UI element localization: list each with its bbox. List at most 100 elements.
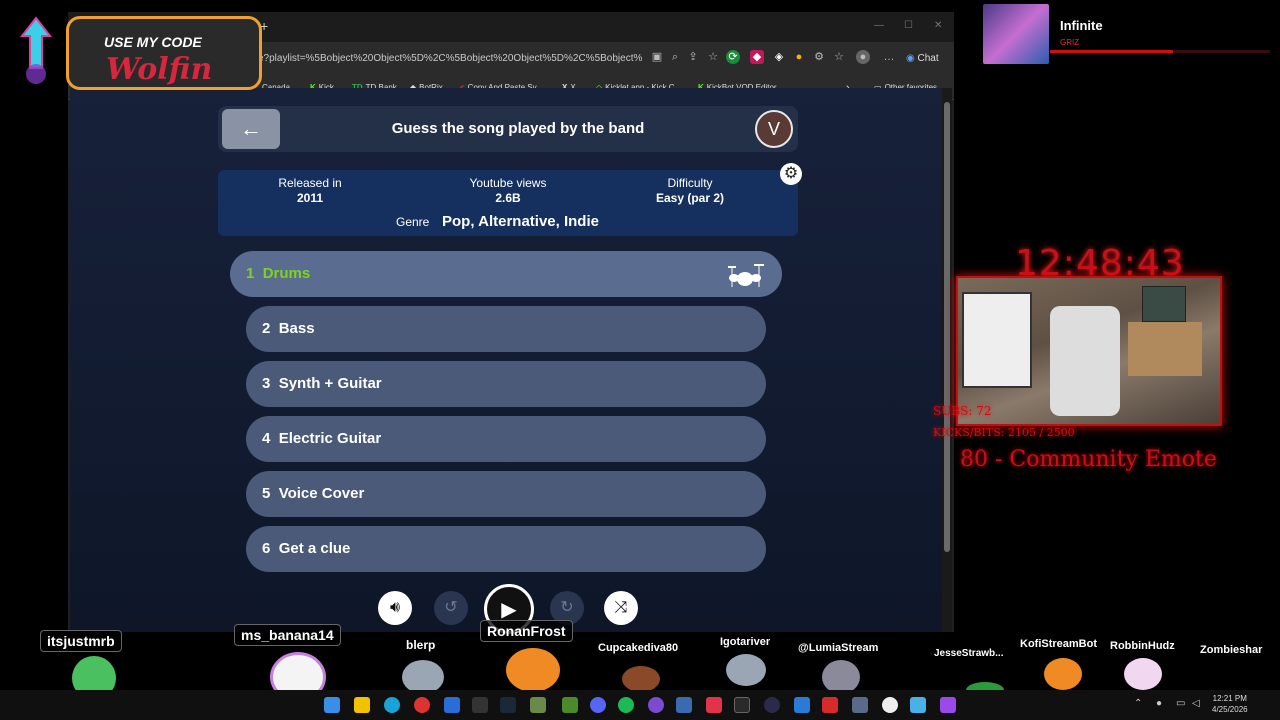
- stem-row-clue[interactable]: 6 Get a clue: [246, 526, 766, 572]
- maximize-icon[interactable]: ☐: [904, 20, 913, 31]
- viewer-name: Igotariver: [714, 634, 777, 650]
- stem-row-voice-cover[interactable]: 5 Voice Cover: [246, 471, 766, 517]
- app-icon[interactable]: [794, 697, 810, 713]
- mic-icon[interactable]: ●: [1156, 698, 1162, 709]
- viewer-name: ms_banana14: [234, 624, 341, 646]
- song-info-panel: Released in 2011 Youtube views 2.6B Diff…: [218, 170, 798, 236]
- favorite-star-icon[interactable]: ☆: [706, 50, 720, 64]
- close-icon[interactable]: ✕: [934, 20, 942, 31]
- viewer-name: RobbinHudz: [1104, 638, 1181, 654]
- network-icon[interactable]: ▭: [1176, 698, 1185, 709]
- gear-icon[interactable]: ⚙: [780, 163, 802, 185]
- scrollbar[interactable]: [942, 88, 952, 632]
- epic-games-icon[interactable]: [472, 697, 488, 713]
- views-value: 2.6B: [495, 191, 521, 205]
- discord-icon[interactable]: [590, 697, 606, 713]
- volume-button[interactable]: 🔊︎: [378, 591, 412, 625]
- stem-row-synth-guitar[interactable]: 3 Synth + Guitar: [246, 361, 766, 407]
- avatar[interactable]: V: [755, 110, 793, 148]
- tiger-avatar: [506, 648, 560, 692]
- copilot-icon: ◉: [906, 53, 915, 64]
- extension-icon[interactable]: ⟳: [726, 50, 740, 64]
- share-icon[interactable]: ⇪: [686, 50, 700, 64]
- viewer-name: @LumiaStream: [792, 640, 885, 656]
- spotify-icon[interactable]: [618, 697, 634, 713]
- tray-chevron-icon[interactable]: ⌃: [1134, 698, 1142, 709]
- vivaldi-icon[interactable]: [414, 697, 430, 713]
- subs-counter: SUBS: 72: [933, 404, 992, 418]
- forward-icon: ↻: [560, 599, 574, 616]
- app-icon[interactable]: [648, 697, 664, 713]
- sticky-notes-icon[interactable]: [354, 697, 370, 713]
- track-progress: [1050, 50, 1270, 53]
- chat-label: Chat: [917, 53, 939, 64]
- track-title: Infinite: [1060, 18, 1103, 33]
- app-icon[interactable]: [530, 697, 546, 713]
- game-header: ← Guess the song played by the band V: [218, 106, 798, 152]
- tray-clock[interactable]: 12:21 PM 4/25/2026: [1212, 693, 1248, 715]
- app-icon[interactable]: [764, 697, 780, 713]
- views-label: Youtube views: [469, 176, 547, 190]
- favorites-icon[interactable]: ☆: [832, 50, 846, 64]
- split-screen-icon[interactable]: ▣: [650, 50, 664, 64]
- genre-label: Genre: [396, 215, 430, 229]
- row-number: 2: [262, 320, 271, 337]
- desk: [1128, 322, 1202, 376]
- track-progress-fill: [1050, 50, 1174, 53]
- released-label: Released in: [278, 176, 342, 190]
- volume-icon[interactable]: ◁: [1192, 698, 1200, 709]
- app-icon[interactable]: [734, 697, 750, 713]
- genre-value: Pop, Alternative, Indie: [442, 213, 599, 230]
- maps-icon[interactable]: [706, 697, 722, 713]
- browser-window: + — ☐ ✕ e?playlist=%5Bobject%20Object%5D…: [68, 12, 954, 634]
- promo-line1: USE MY CODE: [104, 34, 202, 50]
- back-button[interactable]: ←: [222, 109, 280, 149]
- row-label: Synth + Guitar: [278, 375, 382, 392]
- page-title: Guess the song played by the band: [391, 120, 645, 137]
- media-icon[interactable]: [444, 697, 460, 713]
- steam-icon[interactable]: [500, 697, 516, 713]
- extension-icon[interactable]: ◈: [772, 50, 786, 64]
- drum-kit-icon: [728, 264, 764, 287]
- edge-icon[interactable]: [384, 697, 400, 713]
- tray-time: 12:21 PM: [1212, 694, 1247, 703]
- more-icon[interactable]: …: [882, 50, 896, 64]
- copilot-chat-button[interactable]: ◉ Chat: [906, 48, 939, 70]
- shuffle-off-button[interactable]: ⤨: [604, 591, 638, 625]
- app-icon[interactable]: [822, 697, 838, 713]
- tray-date: 4/25/2026: [1212, 705, 1248, 714]
- url-field[interactable]: e?playlist=%5Bobject%20Object%5D%2C%5Bob…: [258, 48, 643, 70]
- logo-icon: [19, 16, 53, 84]
- taskbar: ⌃ ● ▭ ◁ 12:21 PM 4/25/2026: [0, 690, 1280, 720]
- track-artist: GRIZ: [1060, 38, 1080, 47]
- released-value: 2011: [296, 191, 324, 205]
- no-shuffle-icon: ⤨: [614, 599, 628, 616]
- app-icon[interactable]: [852, 697, 868, 713]
- minecraft-icon[interactable]: [562, 697, 578, 713]
- row-label: Voice Cover: [278, 485, 365, 502]
- viewer-name: KofiStreamBot: [1014, 636, 1104, 652]
- kicks-counter: KICKS/BITS: 2105 / 2500: [933, 426, 1075, 439]
- stem-row-electric-guitar[interactable]: 4 Electric Guitar: [246, 416, 766, 462]
- extensions-icon[interactable]: ⚙: [812, 50, 826, 64]
- minimize-icon[interactable]: —: [874, 20, 884, 31]
- mobi-icon[interactable]: [676, 697, 692, 713]
- shark-avatar: [726, 654, 766, 686]
- bat-avatar: [622, 666, 660, 692]
- scrollbar-thumb[interactable]: [944, 102, 950, 552]
- promo-overlay: USE MY CODE Wolfin: [6, 12, 266, 90]
- notepad-icon[interactable]: [910, 697, 926, 713]
- viewer-name: RonanFrost: [480, 620, 573, 642]
- extension-icon[interactable]: ●: [792, 50, 806, 64]
- rewind-button[interactable]: ↺: [434, 591, 468, 625]
- app-icon[interactable]: [940, 697, 956, 713]
- zoom-icon[interactable]: ⌕: [668, 50, 682, 64]
- extension-icon[interactable]: ◆: [750, 50, 764, 64]
- stem-row-drums[interactable]: 1 Drums: [230, 251, 782, 297]
- windows-start-icon[interactable]: [324, 697, 340, 713]
- stem-row-bass[interactable]: 2 Bass: [246, 306, 766, 352]
- speaker-icon: 🔊︎: [389, 599, 401, 616]
- viewer-name: Cupcakediva80: [592, 640, 685, 656]
- app-icon[interactable]: [882, 697, 898, 713]
- profile-icon[interactable]: ●: [856, 50, 870, 64]
